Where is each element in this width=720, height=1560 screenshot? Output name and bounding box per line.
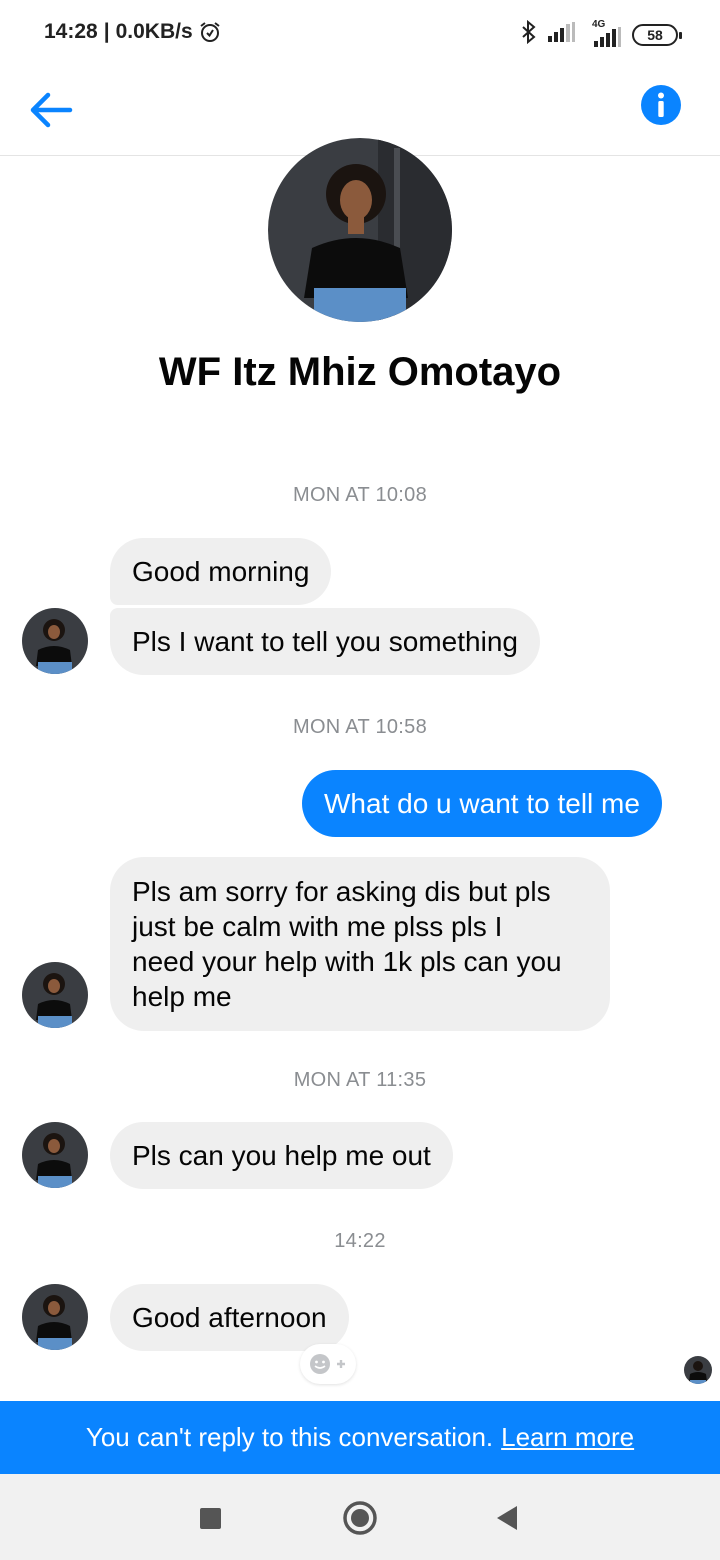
sender-avatar[interactable]	[22, 1284, 88, 1350]
message-timestamp: MON AT 11:35	[293, 1069, 427, 1091]
sender-avatar[interactable]	[22, 1122, 88, 1188]
incoming-message[interactable]: Pls can you help me out	[110, 1122, 453, 1189]
signal-4g-icon: 4G	[586, 19, 622, 47]
outgoing-message[interactable]: What do u want to tell me	[302, 770, 662, 837]
nav-back-button[interactable]	[488, 1498, 528, 1538]
incoming-message[interactable]: Pls I want to tell you something	[110, 608, 540, 675]
recents-button[interactable]	[190, 1498, 230, 1538]
add-reaction-button[interactable]	[300, 1344, 356, 1384]
battery-level: 58	[647, 26, 663, 43]
message-line: just be calm with me plss pls I	[132, 911, 503, 942]
bluetooth-icon	[520, 19, 538, 49]
incoming-message[interactable]: Pls am sorry for asking dis but pls just…	[110, 857, 610, 1031]
status-bar: 14:28 | 0.0KB/s 4G 58	[0, 0, 720, 66]
sender-avatar[interactable]	[22, 608, 88, 674]
home-button[interactable]	[340, 1498, 380, 1538]
signal-icon	[548, 22, 576, 47]
recents-square-icon	[200, 1508, 221, 1529]
message-line: help me	[132, 981, 232, 1012]
incoming-message[interactable]: Good afternoon	[110, 1284, 349, 1351]
banner-text: You can't reply to this conversation.	[85, 1422, 494, 1452]
status-left: 14:28 | 0.0KB/s	[44, 20, 221, 44]
home-circle-icon	[343, 1501, 377, 1535]
status-time: 14:28	[44, 20, 98, 43]
info-icon	[641, 85, 681, 125]
network-speed: 0.0KB/s	[115, 20, 193, 43]
profile-avatar[interactable]	[268, 138, 452, 322]
message-timestamp: MON AT 10:58	[292, 716, 428, 738]
incoming-message[interactable]: Good morning	[110, 538, 332, 605]
message-line: need your help with 1k pls can you	[132, 946, 562, 977]
back-button[interactable]	[26, 84, 78, 136]
system-nav-bar	[0, 1474, 720, 1560]
arrow-left-icon	[30, 92, 73, 128]
cannot-reply-banner: You can't reply to this conversation. Le…	[0, 1401, 720, 1474]
info-button[interactable]	[640, 84, 682, 126]
profile-name: WF Itz Mhiz Omotayo	[158, 350, 562, 394]
add-reaction-icon	[310, 1354, 345, 1374]
seen-indicator-avatar	[684, 1356, 712, 1384]
alarm-icon	[199, 21, 221, 43]
learn-more-link[interactable]: Learn more	[501, 1422, 634, 1453]
message-timestamp: 14:22	[334, 1230, 386, 1252]
battery-icon: 58	[632, 23, 682, 46]
sender-avatar[interactable]	[22, 962, 88, 1028]
status-right: 4G 58	[520, 19, 682, 49]
message-timestamp: MON AT 10:08	[292, 484, 428, 506]
status-separator: |	[103, 20, 110, 43]
back-triangle-icon	[497, 1506, 517, 1530]
message-line: Pls am sorry for asking dis but pls	[132, 876, 551, 907]
